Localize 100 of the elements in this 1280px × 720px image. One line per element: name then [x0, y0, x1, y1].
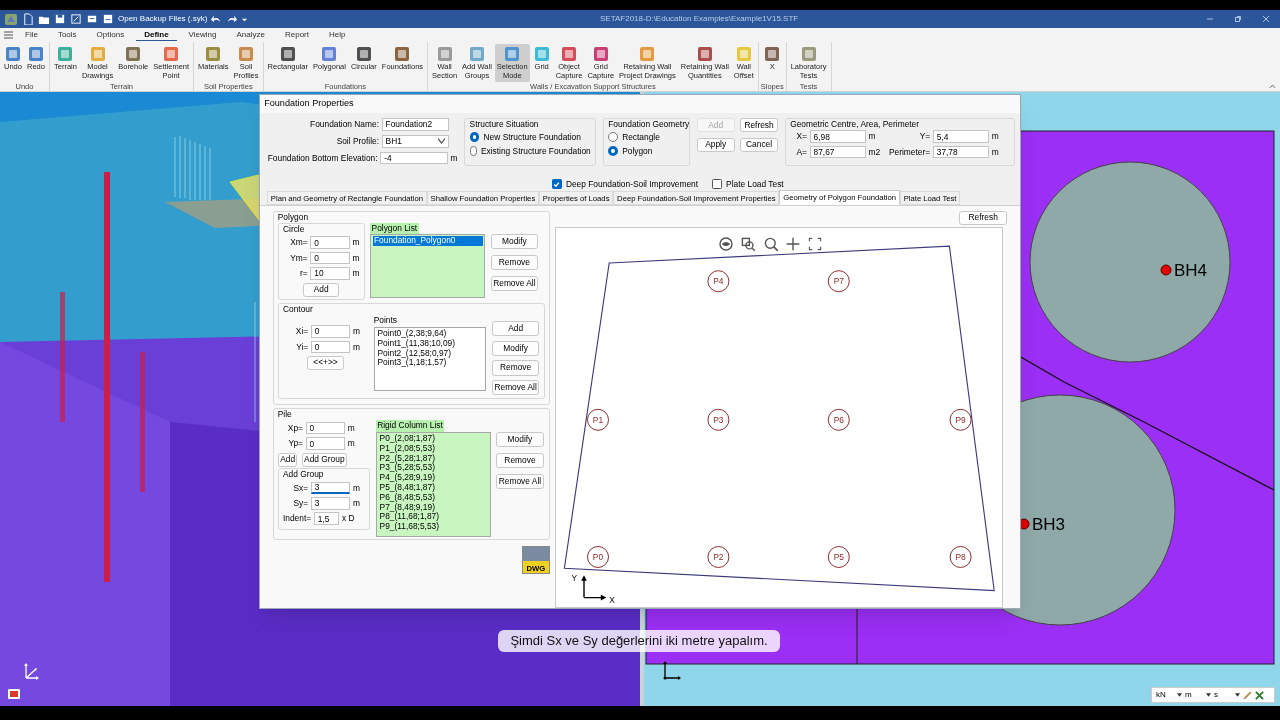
radio-button[interactable]: [469, 132, 480, 143]
button[interactable]: Remove: [490, 254, 539, 271]
list-item[interactable]: P8_(11,68;1,87): [378, 512, 489, 523]
fit-screen-icon[interactable]: [808, 236, 823, 251]
list-item[interactable]: P4_(5,28;9,19): [378, 473, 489, 484]
zoom-icon[interactable]: [763, 236, 778, 251]
list-item[interactable]: P7_(8,48;9,19): [378, 502, 489, 513]
menu-item[interactable]: Viewing: [180, 29, 225, 41]
group-title: Add Group: [282, 469, 325, 481]
checkbox-label: Plate Load Test: [726, 177, 784, 191]
text-field[interactable]: 0: [310, 340, 351, 354]
menu-item[interactable]: File: [17, 29, 46, 41]
button[interactable]: Remove: [496, 452, 544, 469]
unit-dropdown[interactable]: kN: [1156, 689, 1182, 701]
list-item[interactable]: Point3_(1,18;1,57): [376, 358, 484, 369]
list-item[interactable]: P2_(5,28;1,87): [378, 453, 489, 464]
radio-button[interactable]: [469, 146, 477, 157]
button[interactable]: Modify: [490, 234, 539, 250]
text-field[interactable]: 37,78: [932, 145, 989, 159]
checkbox[interactable]: [551, 179, 562, 190]
tool-icon: [734, 45, 753, 63]
list-item[interactable]: Point1_(11,38;10,09): [376, 338, 484, 349]
text-field[interactable]: 10: [310, 267, 350, 280]
list-item[interactable]: P0_(2,08;1,87): [378, 434, 489, 444]
text-field[interactable]: 3: [310, 481, 351, 495]
menu-item[interactable]: Analyze: [228, 29, 273, 41]
button[interactable]: Refresh: [959, 210, 1007, 225]
tab[interactable]: Deep Foundation-Soil Improvement Properties: [613, 191, 780, 206]
text-field[interactable]: 0: [305, 437, 345, 450]
text-field[interactable]: 87,67: [809, 145, 866, 159]
save-icon[interactable]: [54, 13, 66, 25]
button[interactable]: Modify: [496, 431, 544, 448]
text-field[interactable]: 5,4: [932, 130, 989, 143]
list-title: Polygon List: [370, 222, 419, 234]
tab[interactable]: Properties of Loads: [539, 191, 614, 206]
close-icon[interactable]: [1262, 15, 1270, 23]
button[interactable]: Add: [303, 282, 340, 297]
restore-icon[interactable]: [1234, 15, 1242, 23]
button[interactable]: Refresh: [740, 118, 778, 133]
quick-access-label[interactable]: Open Backup Files (.syk): [118, 13, 208, 25]
redo-icon[interactable]: [226, 13, 238, 25]
button[interactable]: Apply: [696, 137, 735, 152]
button[interactable]: Add Group: [301, 452, 347, 467]
group-title: Polygon: [277, 211, 310, 223]
tab[interactable]: Geometry of Polygon Foundation: [779, 190, 900, 206]
button[interactable]: Add: [277, 452, 298, 467]
radio-button[interactable]: [608, 132, 618, 143]
menu-item[interactable]: Options: [88, 29, 133, 41]
list-item[interactable]: P9_(11,68;5,53): [378, 522, 489, 533]
list-item[interactable]: Point0_(2,38;9,64): [376, 328, 484, 339]
list-item[interactable]: Point2_(12,58;0,97): [376, 348, 484, 359]
menu-item[interactable]: Help: [320, 29, 354, 41]
text-field[interactable]: 0: [305, 421, 345, 435]
list-item[interactable]: P1_(2,08;5,53): [378, 443, 489, 454]
zoom-window-icon[interactable]: [741, 236, 756, 251]
text-field[interactable]: 6,98: [809, 130, 866, 143]
list-item[interactable]: Foundation_Polygon0: [372, 236, 483, 247]
text-field[interactable]: 0: [310, 251, 350, 265]
text-field[interactable]: 3: [310, 497, 351, 510]
list-item[interactable]: P3_(5,28;5,53): [378, 463, 489, 474]
backup-icon[interactable]: [102, 13, 114, 25]
button[interactable]: Modify: [491, 340, 540, 356]
checkbox[interactable]: [712, 179, 722, 190]
button[interactable]: Remove All: [490, 275, 539, 292]
text-field[interactable]: Foundation2: [381, 118, 449, 131]
tab[interactable]: Plate Load Test: [899, 191, 961, 206]
tab[interactable]: Shallow Foundation Properties: [426, 191, 540, 206]
dwg-export-button[interactable]: DWG: [521, 546, 550, 575]
text-field[interactable]: 1,5: [313, 512, 340, 525]
chevron-up-icon[interactable]: [1269, 84, 1276, 89]
option-label: Polygon: [622, 145, 653, 158]
edit-icon[interactable]: [70, 13, 82, 25]
button[interactable]: Remove: [491, 360, 540, 376]
button[interactable]: Add: [491, 320, 540, 337]
field-label: Y=: [918, 130, 931, 143]
tab[interactable]: Plan and Geometry of Rectangle Foundation: [267, 191, 427, 206]
button[interactable]: <<+>>: [307, 355, 344, 370]
button[interactable]: Remove All: [491, 379, 540, 396]
menu-item[interactable]: Tools: [49, 29, 85, 41]
undo-icon[interactable]: [211, 13, 223, 25]
text-field[interactable]: 0: [310, 325, 351, 338]
unit-dropdown[interactable]: s: [1214, 689, 1240, 701]
radio-button[interactable]: [608, 146, 618, 157]
document-icon[interactable]: [86, 13, 98, 25]
app-status-icon[interactable]: [7, 688, 21, 700]
menu-item[interactable]: Define: [136, 29, 177, 41]
tools-icon[interactable]: [1255, 690, 1264, 700]
text-field[interactable]: 0: [310, 236, 350, 249]
button[interactable]: Cancel: [740, 137, 778, 152]
pencil-icon[interactable]: [1243, 690, 1252, 700]
pan-icon[interactable]: [785, 236, 800, 251]
list-item[interactable]: P6_(8,48;5,53): [378, 492, 489, 503]
list-item[interactable]: P5_(8,48;1,87): [378, 483, 489, 493]
eye-icon[interactable]: [718, 236, 733, 251]
soil-profile-dropdown[interactable]: BH1: [381, 134, 449, 148]
button[interactable]: Remove All: [496, 473, 544, 489]
text-field[interactable]: -4: [380, 151, 448, 165]
menu-item[interactable]: Report: [276, 29, 317, 41]
unit-dropdown[interactable]: m: [1185, 689, 1211, 701]
new-file-icon[interactable]: [22, 13, 34, 25]
